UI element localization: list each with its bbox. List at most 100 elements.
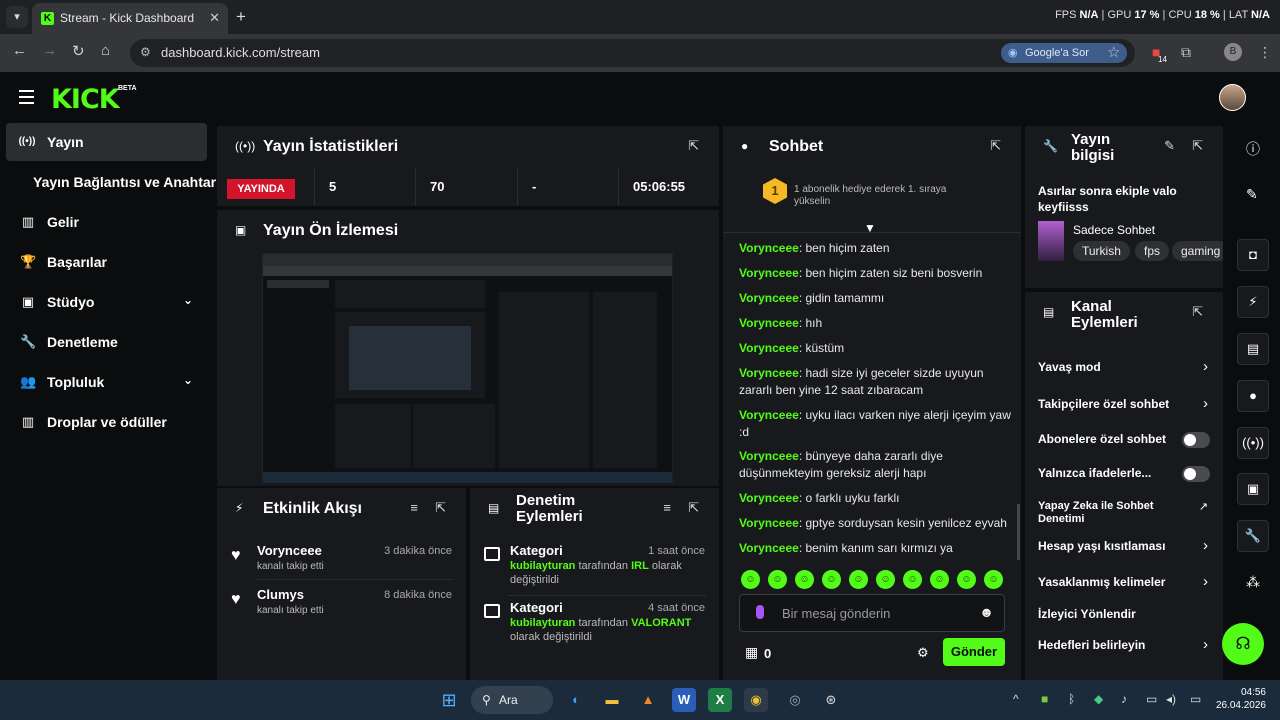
popout-icon[interactable]: ⇱ — [688, 500, 699, 516]
network-icon[interactable]: ▭ — [1146, 692, 1157, 706]
battery-icon[interactable]: ▭ — [1190, 692, 1201, 706]
edit-pencil-icon[interactable]: ✎ — [1164, 138, 1175, 154]
word-icon[interactable]: W — [672, 688, 696, 712]
chrome-icon[interactable]: ◉ — [744, 688, 768, 712]
taskbar-search[interactable]: ⚲ Ara — [471, 686, 553, 714]
channel-actions-panel: ▤ Kanal Eylemleri ⇱ Yavaş mod › Takipçile… — [1025, 292, 1223, 680]
emote-icon[interactable]: ☺ — [930, 570, 949, 589]
new-tab-button[interactable]: + — [236, 7, 246, 27]
security-icon[interactable]: ◆ — [1094, 692, 1103, 706]
nvidia-icon[interactable]: ■ — [1041, 692, 1048, 706]
emote-icon[interactable]: ☺ — [876, 570, 895, 589]
chat-input[interactable]: Bir mesaj gönderin ☻ — [739, 594, 1005, 632]
popout-icon[interactable]: ⇱ — [1192, 304, 1203, 320]
emote-icon[interactable]: ☺ — [957, 570, 976, 589]
action-slow-mode[interactable]: Yavaş mod › — [1025, 358, 1223, 386]
site-info-icon[interactable]: ⚙ — [140, 45, 151, 59]
rail-wrench-button[interactable]: 🔧 — [1237, 520, 1269, 552]
emotes-only-toggle[interactable] — [1182, 466, 1210, 482]
stream-preview-video[interactable] — [262, 253, 673, 483]
windows-start-icon[interactable]: ⊞ — [437, 688, 461, 712]
back-icon[interactable]: ← — [12, 42, 27, 59]
emoji-icon[interactable]: ☻ — [979, 604, 994, 620]
action-banned-words[interactable]: Yasaklanmış kelimeler › — [1025, 573, 1223, 601]
obs-icon[interactable]: ◎ — [783, 688, 807, 712]
community-icon[interactable]: ⁂ — [1246, 574, 1260, 591]
profile-avatar[interactable]: B — [1224, 43, 1242, 61]
sidebar-item-achievements[interactable]: 🏆 Başarılar — [6, 243, 207, 281]
sidebar-item-stream[interactable]: ((•)) Yayın — [6, 123, 207, 161]
forward-icon[interactable]: → — [42, 42, 57, 59]
tab-search-icon[interactable]: ▾ — [6, 6, 28, 28]
emote-icon[interactable]: ☺ — [903, 570, 922, 589]
info-icon[interactable]: ⓘ — [1246, 139, 1260, 159]
action-ai-moderation[interactable]: Yapay Zeka ile Sohbet Denetimi ↗ — [1025, 500, 1223, 526]
action-followers-only[interactable]: Takipçilere özel sohbet › — [1025, 395, 1223, 423]
home-icon[interactable]: ⌂ — [101, 42, 110, 59]
extensions-puzzle-icon[interactable]: ⧉ — [1181, 44, 1191, 61]
activity-item: ♥ Vorynceee kanalı takip etti 3 dakika ö… — [231, 543, 452, 572]
omnibox[interactable]: ⚙ dashboard.kick.com/stream ◉ Google'a S… — [130, 39, 1135, 67]
moderation-title: Denetim Eylemleri — [516, 492, 583, 525]
action-set-goals[interactable]: Hedefleri belirleyin › — [1025, 636, 1223, 664]
url-text[interactable]: dashboard.kick.com/stream — [161, 45, 320, 60]
popout-icon[interactable]: ⇱ — [990, 138, 1001, 154]
support-headset-icon[interactable]: ☊ — [1222, 623, 1264, 665]
excel-icon[interactable]: X — [708, 688, 732, 712]
action-subscribers-only: Abonelere özel sohbet — [1025, 432, 1223, 458]
rail-chat-button[interactable]: ● — [1237, 380, 1269, 412]
emote-icon[interactable]: ☺ — [849, 570, 868, 589]
emote-icon[interactable]: ☺ — [795, 570, 814, 589]
system-clock[interactable]: 04:56 26.04.2026 — [1216, 686, 1266, 712]
edge-icon[interactable]: ◐ — [564, 688, 588, 712]
sidebar-item-drops[interactable]: ▥ Droplar ve ödüller — [6, 403, 207, 441]
popout-icon[interactable]: ⇱ — [1192, 138, 1203, 154]
popout-icon[interactable]: ⇱ — [688, 138, 699, 154]
send-button[interactable]: Gönder — [943, 638, 1005, 666]
volume-icon[interactable]: ◂) — [1166, 692, 1176, 706]
user-avatar[interactable] — [1219, 84, 1246, 111]
vlc-icon[interactable]: ▲ — [636, 688, 660, 712]
bookmark-star-icon[interactable]: ☆ — [1107, 43, 1120, 61]
wrench-icon: 🔧 — [1043, 139, 1058, 153]
action-raid[interactable]: İzleyici Yönlendir — [1025, 607, 1223, 633]
hamburger-menu-icon[interactable] — [19, 90, 34, 108]
rail-notes-button[interactable]: ▤ — [1237, 333, 1269, 365]
emote-icon[interactable]: ☺ — [768, 570, 787, 589]
sidebar-item-stream-key[interactable]: Yayın Bağlantısı ve Anahtarı — [6, 163, 220, 201]
popout-icon[interactable]: ⇱ — [435, 500, 446, 516]
app-icon[interactable]: ⊛ — [819, 688, 843, 712]
browser-menu-icon[interactable]: ⋮ — [1258, 44, 1272, 61]
wrench-icon: 🔧 — [20, 334, 37, 349]
emote-icon[interactable]: ☺ — [984, 570, 1003, 589]
rail-lightning-button[interactable]: ⚡ — [1237, 286, 1269, 318]
kick-logo[interactable]: KICK — [51, 84, 120, 115]
reload-icon[interactable]: ↻ — [72, 42, 85, 60]
sidebar-item-moderation[interactable]: 🔧 Denetleme — [6, 323, 207, 361]
sidebar-item-studio[interactable]: ▣ Stüdyo ⌄ — [6, 283, 207, 321]
subscribers-only-toggle[interactable] — [1182, 432, 1210, 448]
action-account-age[interactable]: Hesap yaşı kısıtlaması › — [1025, 537, 1223, 565]
browser-tab[interactable]: K Stream - Kick Dashboard ✕ — [32, 3, 228, 34]
filter-icon[interactable]: ≡ — [410, 500, 418, 515]
emote-icon[interactable]: ☺ — [822, 570, 841, 589]
sidebar-item-revenue[interactable]: ▥ Gelir — [6, 203, 207, 241]
settings-gear-icon[interactable]: ⚙ — [917, 645, 929, 661]
filter-icon[interactable]: ≡ — [663, 500, 671, 515]
sidebar-item-community[interactable]: 👥 Topluluk ⌄ — [6, 363, 207, 401]
store-icon[interactable]: ▦ — [745, 644, 758, 661]
microphone-icon[interactable]: ♪ — [1121, 692, 1127, 706]
bluetooth-icon[interactable]: ᛒ — [1068, 692, 1075, 706]
rail-camera-button[interactable]: ◘ — [1237, 239, 1269, 271]
close-tab-icon[interactable]: ✕ — [209, 10, 220, 26]
rail-broadcast-button[interactable]: ((•)) — [1237, 427, 1269, 459]
file-explorer-icon[interactable]: ▬ — [600, 688, 624, 712]
rail-channel-button[interactable]: ▣ — [1237, 473, 1269, 505]
tray-chevron-up-icon[interactable]: ^ — [1013, 692, 1019, 706]
chat-scrollbar[interactable] — [1017, 504, 1020, 560]
heart-icon: ♥ — [231, 591, 241, 608]
edit-pencil-icon[interactable]: ✎ — [1246, 186, 1258, 203]
sub-count: - — [517, 168, 618, 206]
emote-icon[interactable]: ☺ — [741, 570, 760, 589]
microphone-icon[interactable] — [756, 605, 764, 619]
